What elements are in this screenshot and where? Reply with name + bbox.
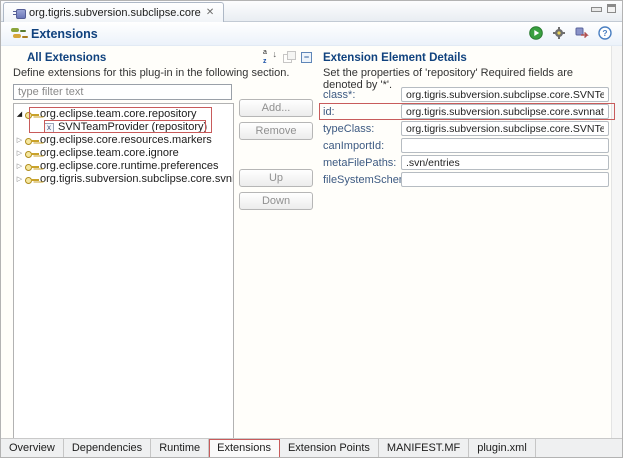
section-title-details: Extension Element Details — [323, 52, 467, 64]
field-row-canimportid: canImportId: — [319, 137, 615, 154]
field-row-id: id: — [319, 103, 615, 120]
debug-icon[interactable] — [552, 26, 566, 40]
tree-item-label: org.eclipse.core.runtime.preferences — [40, 160, 219, 173]
tree-item-label: SVNTeamProvider (repository) — [58, 121, 207, 134]
field-label-typeclass[interactable]: typeClass: — [323, 123, 374, 135]
tree-item-svnteamprovider[interactable]: x SVNTeamProvider (repository) — [14, 121, 233, 134]
extensions-icon — [11, 27, 25, 40]
extension-element-icon: x — [44, 123, 54, 133]
editor-tab-title: org.tigris.subversion.subclipse.core — [29, 7, 201, 19]
plugin-manifest-icon — [13, 8, 24, 18]
extension-key-icon — [25, 136, 40, 145]
tree-item-label: org.tigris.subversion.subclipse.core.svn… — [40, 173, 234, 186]
field-row-class: class*: — [319, 86, 615, 103]
collapse-all-icon[interactable]: − — [301, 52, 312, 63]
up-button[interactable]: Up — [239, 169, 313, 187]
extension-element-details-section: Extension Element Details Set the proper… — [319, 46, 615, 438]
down-button[interactable]: Down — [239, 192, 313, 210]
extension-key-icon — [25, 162, 40, 171]
remove-button[interactable]: Remove — [239, 122, 313, 140]
twisty-expanded-icon[interactable]: ◢ — [14, 108, 25, 121]
header-toolbar: ? — [529, 26, 612, 40]
plugin-editor-window: org.tigris.subversion.subclipse.core ✕ E… — [0, 0, 623, 458]
form-page-tabs: Overview Dependencies Runtime Extensions… — [1, 438, 622, 458]
tab-extension-points[interactable]: Extension Points — [280, 439, 379, 458]
section-toolbar: az↓ − — [262, 50, 312, 64]
editor-tab-bar: org.tigris.subversion.subclipse.core ✕ — [1, 1, 622, 22]
twisty-collapsed-icon[interactable]: ▷ — [14, 160, 25, 173]
tab-overview[interactable]: Overview — [1, 439, 64, 458]
twisty-collapsed-icon[interactable]: ▷ — [14, 147, 25, 160]
run-icon[interactable] — [529, 26, 543, 40]
class-input[interactable] — [401, 87, 609, 102]
show-plugins-icon[interactable] — [283, 51, 295, 63]
filesystemscheme-input[interactable] — [401, 172, 609, 187]
form-body: All Extensions az↓ − Define extensions f… — [1, 46, 622, 438]
typeclass-input[interactable] — [401, 121, 609, 136]
close-icon[interactable]: ✕ — [206, 8, 214, 18]
tab-manifest-mf[interactable]: MANIFEST.MF — [379, 439, 469, 458]
add-button[interactable]: Add... — [239, 99, 313, 117]
minimize-icon[interactable] — [591, 4, 600, 13]
field-label-metafilepaths: metaFilePaths: — [323, 157, 396, 169]
tree-item-repository[interactable]: ◢ org.eclipse.team.core.repository — [14, 108, 233, 121]
section-description: Define extensions for this plug-in in th… — [13, 67, 303, 79]
details-fields: class*: id: typeClass: canImportId: meta… — [319, 86, 615, 188]
tree-item-preferences[interactable]: ▷ org.eclipse.core.runtime.preferences — [14, 160, 233, 173]
tab-extensions[interactable]: Extensions — [209, 439, 280, 458]
tree-item-label: org.eclipse.team.core.ignore — [40, 147, 179, 160]
tree-buttons: Add... Remove Up Down — [239, 99, 313, 215]
extension-key-icon — [25, 175, 40, 184]
tree-item-svnpropertytypes[interactable]: ▷ org.tigris.subversion.subclipse.core.s… — [14, 173, 233, 186]
filter-input[interactable] — [13, 84, 232, 100]
form-header: Extensions ? — [1, 22, 622, 46]
tab-runtime[interactable]: Runtime — [151, 439, 209, 458]
tree-item-markers[interactable]: ▷ org.eclipse.core.resources.markers — [14, 134, 233, 147]
id-input[interactable] — [401, 104, 609, 119]
extensions-tree[interactable]: ◢ org.eclipse.team.core.repository x SVN… — [13, 103, 234, 458]
tab-plugin-xml[interactable]: plugin.xml — [469, 439, 536, 458]
field-row-filesystemscheme: fileSystemScheme: — [319, 171, 615, 188]
tree-item-label: org.eclipse.team.core.repository — [40, 108, 197, 121]
export-icon[interactable] — [575, 26, 589, 40]
view-controls — [591, 4, 616, 13]
canimportid-input[interactable] — [401, 138, 609, 153]
all-extensions-section: All Extensions az↓ − Define extensions f… — [11, 46, 316, 438]
svg-text:?: ? — [602, 28, 607, 38]
field-label-canimportid: canImportId: — [323, 140, 384, 152]
extension-key-icon — [25, 110, 40, 119]
tree-item-ignore[interactable]: ▷ org.eclipse.team.core.ignore — [14, 147, 233, 160]
tab-dependencies[interactable]: Dependencies — [64, 439, 151, 458]
metafilepaths-input[interactable] — [401, 155, 609, 170]
page-title: Extensions — [31, 27, 98, 41]
tree-item-label: org.eclipse.core.resources.markers — [40, 134, 212, 147]
field-row-metafilepaths: metaFilePaths: — [319, 154, 615, 171]
sort-alphabetically-icon[interactable]: az↓ — [262, 50, 277, 64]
field-label-id: id: — [323, 106, 335, 118]
section-title-all-extensions: All Extensions — [27, 52, 106, 64]
field-row-typeclass: typeClass: — [319, 120, 615, 137]
extension-key-icon — [25, 149, 40, 158]
twisty-collapsed-icon[interactable]: ▷ — [14, 173, 25, 186]
help-icon[interactable]: ? — [598, 26, 612, 40]
twisty-collapsed-icon[interactable]: ▷ — [14, 134, 25, 147]
maximize-icon[interactable] — [607, 4, 616, 13]
editor-tab[interactable]: org.tigris.subversion.subclipse.core ✕ — [3, 2, 224, 22]
field-label-class[interactable]: class*: — [323, 89, 355, 101]
